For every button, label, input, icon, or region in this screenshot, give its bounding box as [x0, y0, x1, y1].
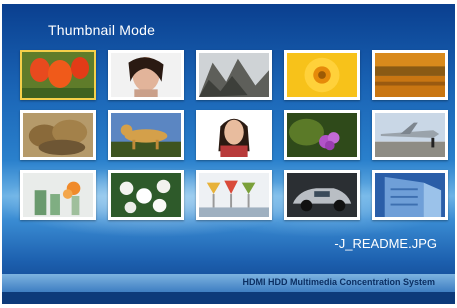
thumb-woman-portrait[interactable] [108, 50, 184, 100]
thumb-sunflower[interactable] [284, 50, 360, 100]
thumb-field[interactable] [372, 50, 448, 100]
thumb-cocktails[interactable] [196, 170, 272, 220]
thumb-purple-flower[interactable] [284, 110, 360, 160]
media-browser-screen: Thumbnail Mode -J_README.JPG HDMI HDD Mu… [2, 4, 455, 304]
thumb-glasses-flowers[interactable] [20, 170, 96, 220]
thumb-woman-smiling[interactable] [196, 110, 272, 160]
thumb-cheetah[interactable] [108, 110, 184, 160]
thumb-car[interactable] [284, 170, 360, 220]
thumb-airplane[interactable] [372, 110, 448, 160]
thumb-mountains[interactable] [196, 50, 272, 100]
thumb-tulips[interactable] [20, 50, 96, 100]
selected-filename: -J_README.JPG [334, 236, 437, 251]
footer-bar: HDMI HDD Multimedia Concentration System [2, 274, 455, 292]
page-title: Thumbnail Mode [48, 22, 156, 38]
thumb-white-flowers[interactable] [108, 170, 184, 220]
thumb-building[interactable] [372, 170, 448, 220]
system-name: HDMI HDD Multimedia Concentration System [242, 277, 435, 287]
bottom-strip [2, 292, 455, 304]
thumb-lion-cubs[interactable] [20, 110, 96, 160]
